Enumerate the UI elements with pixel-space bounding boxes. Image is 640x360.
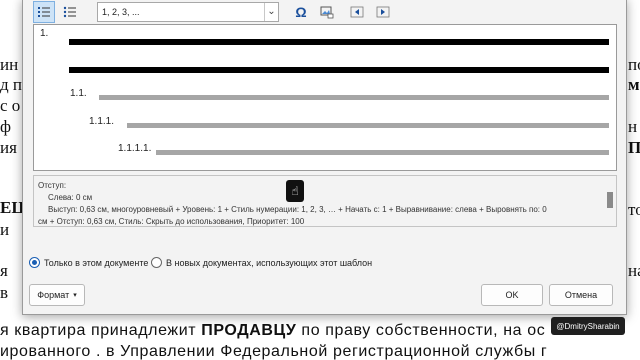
style-description: Отступ: Слева: 0 см Выступ: 0,63 см, мно… (33, 175, 617, 227)
bg-right-fragment: н (628, 117, 638, 136)
numbered-list-icon (38, 7, 50, 17)
numbering-format-select[interactable]: 1, 2, 3, ... ⌄ (97, 2, 279, 22)
dropdown-arrow-icon: ▾ (73, 292, 77, 299)
bg-right-fragment: мы (628, 75, 640, 94)
bg-right-fragment: пор (628, 55, 640, 74)
bg-text-line: ированного . в Управлении Федеральной ре… (0, 343, 548, 360)
description-detail: Выступ: 0,63 см, многоуровневый + Уровен… (48, 205, 547, 214)
preview-level-3-label: 1.1.1. (89, 116, 115, 127)
preview-level-4-label: 1.1.1.1. (118, 143, 152, 154)
description-detail: см + Отступ: 0,63 см, Стиль: Скрыть до и… (38, 217, 305, 226)
option-this-document[interactable]: Только в этом документе (29, 257, 148, 268)
bulleted-list-button[interactable] (59, 1, 81, 23)
bg-left-fragment: ин (0, 55, 19, 74)
preview-level-1-line (69, 67, 609, 73)
bg-left-fragment: с о (0, 96, 21, 115)
bg-right-fragment: П (628, 138, 640, 157)
bg-left-fragment: ЕЦ (0, 198, 25, 217)
option-this-document-label: Только в этом документе (44, 257, 149, 268)
preview-level-4-line (156, 150, 609, 155)
omega-symbol-icon: Ω (295, 4, 307, 20)
numbered-list-button[interactable] (33, 1, 55, 23)
preview-level-1-label: 1. (40, 28, 49, 39)
decrease-indent-icon (350, 6, 364, 18)
format-button[interactable]: Формат ▾ (29, 284, 85, 306)
increase-indent-icon (376, 6, 390, 18)
bg-left-fragment: ф (0, 117, 12, 136)
scrollbar-thumb[interactable] (607, 192, 613, 208)
description-scrollbar[interactable] (606, 178, 614, 224)
radio-unchecked-icon[interactable] (151, 257, 162, 268)
chevron-down-icon[interactable]: ⌄ (264, 3, 278, 21)
bg-right-fragment: ната (628, 261, 640, 280)
preview-level-2-label: 1.1. (70, 88, 87, 99)
list-preview: 1. 1.1. 1.1.1. 1.1.1.1. (33, 24, 617, 171)
preview-level-1-line (69, 39, 609, 45)
bg-left-fragment: д п (0, 75, 22, 94)
numbering-format-value: 1, 2, 3, ... (102, 7, 140, 17)
option-new-documents-label: В новых документах, использующих этот ша… (166, 257, 373, 268)
preview-level-2-line (99, 95, 609, 100)
decrease-indent-button[interactable] (347, 1, 367, 23)
description-left-indent: Слева: 0 см (48, 193, 93, 202)
picture-bullet-button[interactable] (317, 1, 337, 23)
bg-left-fragment: в (0, 283, 9, 302)
bulleted-list-icon (63, 6, 76, 18)
picture-bullet-icon (320, 6, 334, 19)
ok-button[interactable]: OK (481, 284, 543, 306)
watermark: @DmitrySharabin (551, 317, 625, 335)
dialog-toolbar: 1, 2, 3, ... ⌄ Ω (29, 1, 623, 23)
bg-left-fragment: и (0, 220, 10, 239)
cancel-button[interactable]: Отмена (549, 284, 613, 306)
preview-level-3-line (127, 123, 609, 128)
bg-left-fragment: я (0, 261, 8, 280)
insert-symbol-button[interactable]: Ω (291, 1, 311, 23)
list-style-dialog: 1, 2, 3, ... ⌄ Ω 1. 1.1. 1.1.1. 1.1.1.1.… (22, 0, 627, 315)
bg-text-line: я квартира принадлежит ПРОДАВЦУ по праву… (0, 322, 546, 339)
radio-checked-icon[interactable] (29, 257, 40, 268)
hand-pointer-cursor-icon: ☝ (286, 180, 304, 202)
bg-right-fragment: тор (628, 200, 640, 219)
description-heading: Отступ: (38, 181, 67, 190)
bg-left-fragment: ия (0, 138, 17, 157)
option-new-documents[interactable]: В новых документах, использующих этот ша… (151, 257, 372, 268)
increase-indent-button[interactable] (373, 1, 393, 23)
